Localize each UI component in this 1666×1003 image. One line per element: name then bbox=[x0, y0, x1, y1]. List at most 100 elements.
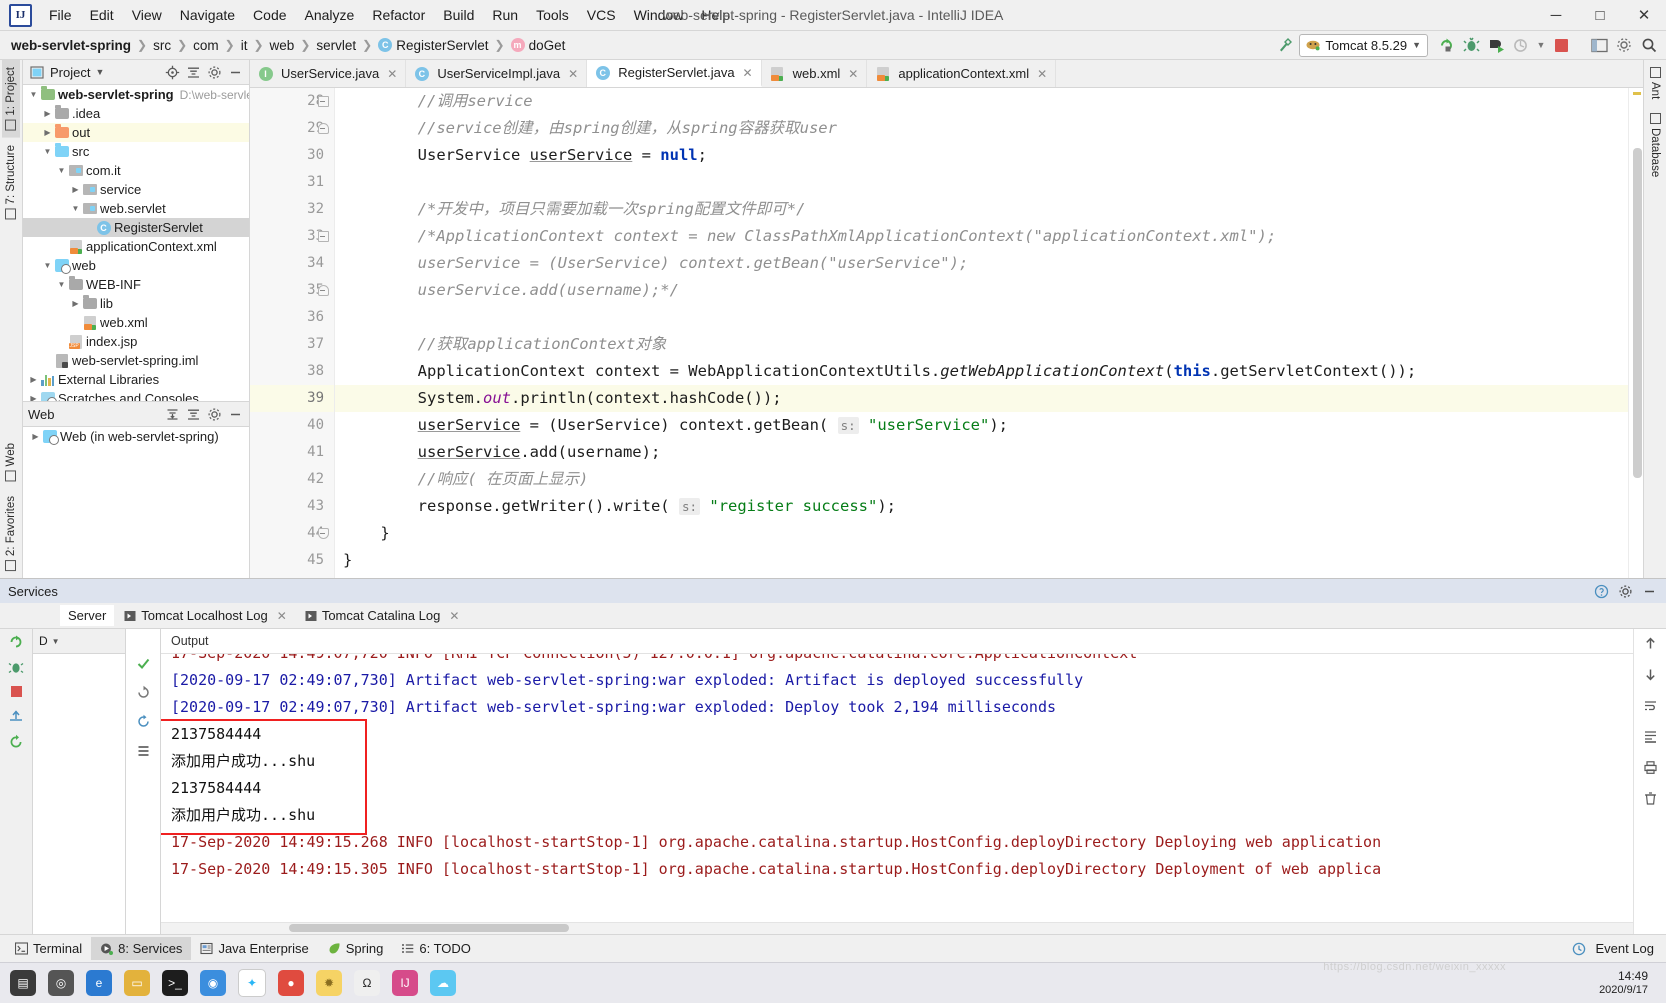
right-tool-tab-database[interactable]: Database bbox=[1646, 106, 1664, 184]
left-tool-tab-web[interactable]: Web bbox=[2, 436, 20, 488]
breadcrumb-item-web-servlet-spring[interactable]: web-servlet-spring bbox=[6, 36, 136, 55]
taskbar-icon-app2[interactable]: ● bbox=[278, 970, 304, 996]
fold-marker[interactable] bbox=[317, 231, 329, 242]
web-tree[interactable]: ▶ Web (in web-servlet-spring) bbox=[23, 427, 249, 578]
profile-icon[interactable] bbox=[1510, 34, 1532, 56]
status-bar-6--todo[interactable]: 6: TODO bbox=[392, 937, 480, 960]
left-tool-tab-1--project[interactable]: 1: Project bbox=[2, 60, 20, 138]
services-tab-tomcat-localhost-log[interactable]: Tomcat Localhost Log ✕ bbox=[116, 605, 295, 626]
close-tab-icon[interactable]: ✕ bbox=[449, 609, 459, 623]
menu-item-run[interactable]: Run bbox=[483, 3, 527, 27]
chevron-down-icon[interactable]: ▼ bbox=[27, 90, 40, 99]
code-line[interactable]: response.getWriter().write( s: "register… bbox=[335, 493, 1628, 520]
fold-marker[interactable] bbox=[317, 528, 329, 539]
console-output[interactable]: 17-Sep-2020 14:49:07,720 INFO [RMI TCP C… bbox=[161, 654, 1633, 922]
project-tree-item[interactable]: ▼ web-servlet-spring D:\web-servle bbox=[23, 85, 249, 104]
fold-marker[interactable] bbox=[317, 96, 329, 107]
taskbar-clock[interactable]: 14:49 2020/9/17 bbox=[1599, 969, 1656, 996]
breadcrumb-item-src[interactable]: src bbox=[148, 36, 176, 55]
event-log-label[interactable]: Event Log bbox=[1595, 941, 1654, 956]
panel-gear-icon[interactable] bbox=[206, 64, 223, 81]
layout-icon[interactable] bbox=[1588, 34, 1610, 56]
chevron-right-icon[interactable]: ▶ bbox=[69, 299, 82, 308]
fold-marker[interactable] bbox=[317, 123, 329, 134]
breadcrumb-item-com[interactable]: com bbox=[188, 36, 224, 55]
chevron-down-icon[interactable]: ▼ bbox=[41, 147, 54, 156]
refresh-icon[interactable] bbox=[135, 713, 152, 730]
editor-scroll-thumb[interactable] bbox=[1633, 148, 1642, 478]
search-everywhere-icon[interactable] bbox=[1638, 34, 1660, 56]
menu-item-analyze[interactable]: Analyze bbox=[296, 3, 364, 27]
chevron-right-icon[interactable]: ▶ bbox=[41, 109, 54, 118]
maximize-button[interactable]: □ bbox=[1578, 0, 1622, 30]
left-tool-tab-7--structure[interactable]: 7: Structure bbox=[2, 138, 20, 226]
fold-marker[interactable] bbox=[317, 285, 329, 296]
chevron-right-icon[interactable]: ▶ bbox=[27, 394, 40, 401]
project-tree[interactable]: ▼ web-servlet-spring D:\web-servle ▶ .idea ▶ o… bbox=[23, 85, 249, 401]
chevron-right-icon[interactable]: ▶ bbox=[41, 128, 54, 137]
taskbar-icon-app[interactable]: ✦ bbox=[238, 969, 266, 997]
breadcrumb-item-registerservlet[interactable]: C RegisterServlet bbox=[373, 36, 493, 55]
menu-item-edit[interactable]: Edit bbox=[81, 3, 123, 27]
code-line[interactable]: } bbox=[335, 520, 1628, 547]
error-stripe-marker-bar[interactable] bbox=[1628, 88, 1643, 578]
project-scope-chevron-icon[interactable]: ▼ bbox=[95, 67, 104, 77]
project-tree-item[interactable]: C RegisterServlet bbox=[23, 218, 249, 237]
rerun-icon[interactable] bbox=[1435, 34, 1457, 56]
project-tree-item[interactable]: web-servlet-spring.iml bbox=[23, 351, 249, 370]
project-tree-item[interactable]: applicationContext.xml bbox=[23, 237, 249, 256]
hide-panel-icon[interactable] bbox=[227, 406, 244, 423]
fold-toggle-icon[interactable] bbox=[312, 223, 334, 250]
locate-file-icon[interactable] bbox=[164, 64, 181, 81]
project-tree-item[interactable]: ▶ service bbox=[23, 180, 249, 199]
code-line[interactable] bbox=[335, 304, 1628, 331]
close-tab-icon[interactable]: ✕ bbox=[1037, 67, 1047, 81]
project-tree-item[interactable]: ▼ src bbox=[23, 142, 249, 161]
stop-icon[interactable] bbox=[1550, 34, 1572, 56]
code-line[interactable] bbox=[335, 169, 1628, 196]
close-tab-icon[interactable]: ✕ bbox=[277, 609, 287, 623]
breadcrumb-item-web[interactable]: web bbox=[265, 36, 300, 55]
close-tab-icon[interactable]: ✕ bbox=[568, 67, 578, 81]
chevron-down-icon[interactable]: ▼ bbox=[55, 280, 68, 289]
editor-tab-userservice-java[interactable]: I UserService.java ✕ bbox=[250, 60, 407, 87]
services-tab-server[interactable]: Server bbox=[60, 605, 115, 626]
project-tree-item[interactable]: ▶ out bbox=[23, 123, 249, 142]
code-line[interactable]: /*开发中，项目只需要加载一次spring配置文件即可*/ bbox=[335, 196, 1628, 223]
fold-toggle-icon[interactable] bbox=[312, 520, 334, 547]
code-line[interactable]: //获取applicationContext对象 bbox=[335, 331, 1628, 358]
hide-panel-icon[interactable] bbox=[227, 64, 244, 81]
collapse-all-icon[interactable] bbox=[185, 64, 202, 81]
menu-item-vcs[interactable]: VCS bbox=[578, 3, 625, 27]
menu-item-help[interactable]: Help bbox=[692, 3, 739, 27]
project-tree-item[interactable]: ▼ WEB-INF bbox=[23, 275, 249, 294]
services-tab-tomcat-catalina-log[interactable]: Tomcat Catalina Log ✕ bbox=[297, 605, 468, 626]
settings-gear-icon[interactable] bbox=[1613, 34, 1635, 56]
code-line[interactable]: userService = (UserService) context.getB… bbox=[335, 412, 1628, 439]
left-tool-tab-2--favorites[interactable]: 2: Favorites bbox=[2, 489, 20, 578]
taskbar-icon-search[interactable]: ◎ bbox=[48, 970, 74, 996]
editor-tab-web-xml[interactable]: web.xml ✕ bbox=[762, 60, 868, 87]
expand-all-icon[interactable] bbox=[164, 406, 181, 423]
profile-dropdown-icon[interactable]: ▼ bbox=[1535, 34, 1547, 56]
menu-item-file[interactable]: File bbox=[40, 3, 81, 27]
print-icon[interactable] bbox=[1642, 759, 1659, 776]
code-line[interactable]: //响应( 在页面上显示) bbox=[335, 466, 1628, 493]
project-tree-item[interactable]: ▶ External Libraries bbox=[23, 370, 249, 389]
fold-toggle-icon[interactable] bbox=[312, 88, 334, 115]
taskbar-icon-start[interactable]: ▤ bbox=[10, 970, 36, 996]
menu-item-code[interactable]: Code bbox=[244, 3, 295, 27]
soft-wrap-icon[interactable] bbox=[1642, 697, 1659, 714]
code-line[interactable]: userService.add(username); bbox=[335, 439, 1628, 466]
minimize-button[interactable]: ─ bbox=[1534, 0, 1578, 30]
menu-item-tools[interactable]: Tools bbox=[527, 3, 578, 27]
taskbar-icon-explorer[interactable]: ▭ bbox=[124, 970, 150, 996]
clear-all-icon[interactable] bbox=[1642, 790, 1659, 807]
fold-column[interactable] bbox=[312, 88, 334, 574]
code-line[interactable]: userService.add(username);*/ bbox=[335, 277, 1628, 304]
chevron-right-icon[interactable]: ▶ bbox=[69, 185, 82, 194]
code-line[interactable]: ApplicationContext context = WebApplicat… bbox=[335, 358, 1628, 385]
chevron-right-icon[interactable]: ▶ bbox=[27, 375, 40, 384]
status-bar-terminal[interactable]: Terminal bbox=[6, 937, 91, 960]
project-tree-item[interactable]: ▶ lib bbox=[23, 294, 249, 313]
